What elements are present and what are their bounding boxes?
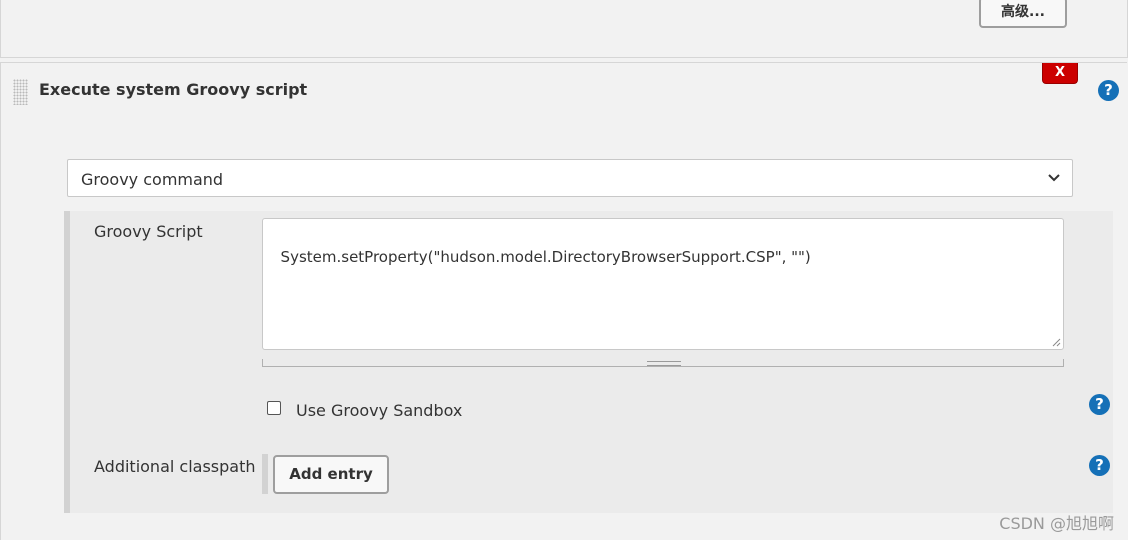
use-sandbox-checkbox[interactable] [267, 401, 281, 415]
drag-handle-icon[interactable] [13, 79, 28, 105]
resize-corner-icon[interactable] [1051, 337, 1061, 347]
select-value: Groovy command [81, 170, 224, 189]
help-icon[interactable]: ? [1089, 455, 1110, 476]
groovy-script-label: Groovy Script [94, 222, 203, 241]
add-entry-button[interactable]: Add entry [273, 455, 389, 494]
delete-step-button[interactable]: X [1042, 63, 1078, 84]
advanced-button[interactable]: 高级... [979, 0, 1067, 28]
help-icon[interactable]: ? [1089, 394, 1110, 415]
groovy-script-textarea[interactable]: System.setProperty("hudson.model.Directo… [262, 218, 1064, 350]
use-sandbox-label[interactable]: Use Groovy Sandbox [296, 401, 462, 420]
chevron-down-icon [1048, 174, 1060, 182]
classpath-repeat-bar [262, 454, 268, 494]
previous-step-section: 高级... [0, 0, 1128, 58]
watermark: CSDN @旭旭啊 [999, 514, 1114, 533]
additional-classpath-label: Additional classpath [94, 457, 256, 476]
groovy-script-value: System.setProperty("hudson.model.Directo… [280, 248, 811, 266]
step-title: Execute system Groovy script [39, 80, 308, 99]
grip-icon [647, 361, 681, 366]
help-icon[interactable]: ? [1098, 80, 1119, 101]
textarea-expand-handle[interactable] [262, 359, 1064, 367]
command-type-select[interactable]: Groovy command [67, 159, 1073, 197]
